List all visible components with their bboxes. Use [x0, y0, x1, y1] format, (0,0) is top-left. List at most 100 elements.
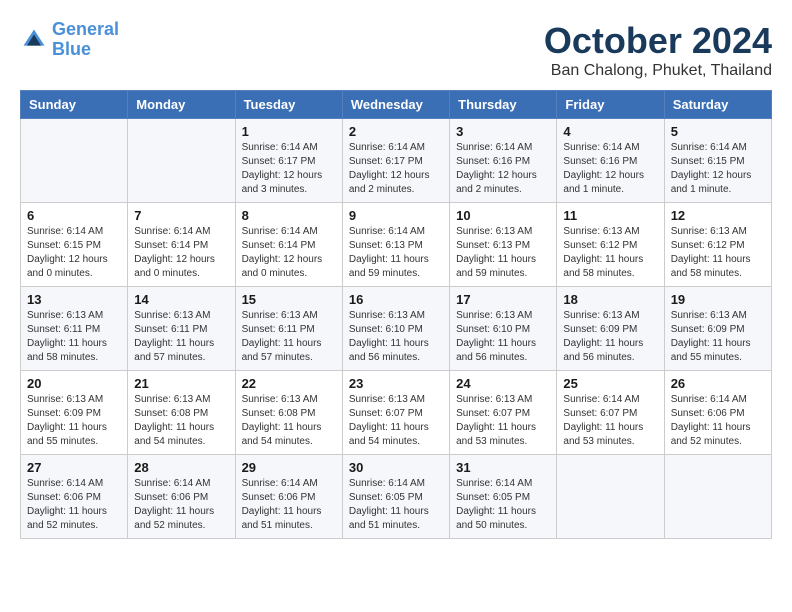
- logo: General Blue: [20, 20, 119, 60]
- calendar-body: 1 Sunrise: 6:14 AM Sunset: 6:17 PM Daylig…: [21, 119, 772, 539]
- calendar-cell: 23 Sunrise: 6:13 AM Sunset: 6:07 PM Dayli…: [342, 371, 449, 455]
- calendar-cell: 11 Sunrise: 6:13 AM Sunset: 6:12 PM Dayli…: [557, 203, 664, 287]
- day-number: 28: [134, 460, 228, 475]
- day-number: 14: [134, 292, 228, 307]
- calendar-cell: 8 Sunrise: 6:14 AM Sunset: 6:14 PM Daylig…: [235, 203, 342, 287]
- day-number: 4: [563, 124, 657, 139]
- calendar-cell: 24 Sunrise: 6:13 AM Sunset: 6:07 PM Dayli…: [450, 371, 557, 455]
- calendar-cell: 17 Sunrise: 6:13 AM Sunset: 6:10 PM Dayli…: [450, 287, 557, 371]
- day-number: 18: [563, 292, 657, 307]
- calendar-cell: 5 Sunrise: 6:14 AM Sunset: 6:15 PM Daylig…: [664, 119, 771, 203]
- logo-icon: [20, 26, 48, 54]
- calendar-cell: 30Sunrise: 6:14 AM Sunset: 6:05 PM Dayli…: [342, 455, 449, 539]
- day-info: Sunrise: 6:14 AM Sunset: 6:17 PM Dayligh…: [349, 141, 443, 197]
- calendar-cell: [128, 119, 235, 203]
- calendar-cell: 22Sunrise: 6:13 AM Sunset: 6:08 PM Dayli…: [235, 371, 342, 455]
- calendar-week-1: 6 Sunrise: 6:14 AM Sunset: 6:15 PM Daylig…: [21, 203, 772, 287]
- calendar-cell: 20 Sunrise: 6:13 AM Sunset: 6:09 PM Dayli…: [21, 371, 128, 455]
- day-info: Sunrise: 6:14 AM Sunset: 6:06 PM Dayligh…: [27, 477, 121, 533]
- day-info: Sunrise: 6:14 AM Sunset: 6:14 PM Dayligh…: [242, 225, 336, 281]
- calendar-cell: 16 Sunrise: 6:13 AM Sunset: 6:10 PM Dayli…: [342, 287, 449, 371]
- calendar-cell: [21, 119, 128, 203]
- day-number: 3: [456, 124, 550, 139]
- day-info: Sunrise: 6:14 AM Sunset: 6:07 PM Dayligh…: [563, 393, 657, 449]
- day-info: Sunrise: 6:13 AM Sunset: 6:08 PM Dayligh…: [242, 393, 336, 449]
- logo-line2: Blue: [52, 39, 91, 59]
- day-info: Sunrise: 6:13 AM Sunset: 6:08 PM Dayligh…: [134, 393, 228, 449]
- day-number: 17: [456, 292, 550, 307]
- calendar-cell: 26Sunrise: 6:14 AM Sunset: 6:06 PM Dayli…: [664, 371, 771, 455]
- day-info: Sunrise: 6:14 AM Sunset: 6:05 PM Dayligh…: [349, 477, 443, 533]
- day-info: Sunrise: 6:14 AM Sunset: 6:16 PM Dayligh…: [563, 141, 657, 197]
- day-number: 20: [27, 376, 121, 391]
- calendar-cell: 6 Sunrise: 6:14 AM Sunset: 6:15 PM Daylig…: [21, 203, 128, 287]
- day-number: 5: [671, 124, 765, 139]
- calendar-cell: 25 Sunrise: 6:14 AM Sunset: 6:07 PM Dayli…: [557, 371, 664, 455]
- day-number: 10: [456, 208, 550, 223]
- calendar-cell: 9Sunrise: 6:14 AM Sunset: 6:13 PM Daylig…: [342, 203, 449, 287]
- day-number: 2: [349, 124, 443, 139]
- day-number: 1: [242, 124, 336, 139]
- day-info: Sunrise: 6:13 AM Sunset: 6:07 PM Dayligh…: [349, 393, 443, 449]
- day-number: 6: [27, 208, 121, 223]
- day-info: Sunrise: 6:13 AM Sunset: 6:09 PM Dayligh…: [27, 393, 121, 449]
- day-info: Sunrise: 6:14 AM Sunset: 6:13 PM Dayligh…: [349, 225, 443, 281]
- day-number: 23: [349, 376, 443, 391]
- day-info: Sunrise: 6:14 AM Sunset: 6:15 PM Dayligh…: [27, 225, 121, 281]
- month-title: October 2024: [544, 20, 772, 62]
- day-number: 12: [671, 208, 765, 223]
- header-sunday: Sunday: [21, 91, 128, 119]
- day-info: Sunrise: 6:13 AM Sunset: 6:13 PM Dayligh…: [456, 225, 550, 281]
- day-info: Sunrise: 6:13 AM Sunset: 6:07 PM Dayligh…: [456, 393, 550, 449]
- header-saturday: Saturday: [664, 91, 771, 119]
- title-block: October 2024 Ban Chalong, Phuket, Thaila…: [544, 20, 772, 80]
- calendar-cell: 7 Sunrise: 6:14 AM Sunset: 6:14 PM Daylig…: [128, 203, 235, 287]
- calendar-week-4: 27 Sunrise: 6:14 AM Sunset: 6:06 PM Dayli…: [21, 455, 772, 539]
- day-number: 25: [563, 376, 657, 391]
- day-info: Sunrise: 6:13 AM Sunset: 6:11 PM Dayligh…: [242, 309, 336, 365]
- day-info: Sunrise: 6:14 AM Sunset: 6:16 PM Dayligh…: [456, 141, 550, 197]
- header-monday: Monday: [128, 91, 235, 119]
- header-wednesday: Wednesday: [342, 91, 449, 119]
- logo-line1: General: [52, 19, 119, 39]
- calendar-cell: 4 Sunrise: 6:14 AM Sunset: 6:16 PM Daylig…: [557, 119, 664, 203]
- day-info: Sunrise: 6:13 AM Sunset: 6:10 PM Dayligh…: [456, 309, 550, 365]
- calendar-cell: 15Sunrise: 6:13 AM Sunset: 6:11 PM Dayli…: [235, 287, 342, 371]
- day-number: 11: [563, 208, 657, 223]
- logo-text: General Blue: [52, 20, 119, 60]
- calendar-cell: 29Sunrise: 6:14 AM Sunset: 6:06 PM Dayli…: [235, 455, 342, 539]
- day-info: Sunrise: 6:13 AM Sunset: 6:11 PM Dayligh…: [134, 309, 228, 365]
- day-info: Sunrise: 6:13 AM Sunset: 6:12 PM Dayligh…: [563, 225, 657, 281]
- day-info: Sunrise: 6:13 AM Sunset: 6:10 PM Dayligh…: [349, 309, 443, 365]
- calendar-cell: 12Sunrise: 6:13 AM Sunset: 6:12 PM Dayli…: [664, 203, 771, 287]
- day-info: Sunrise: 6:13 AM Sunset: 6:09 PM Dayligh…: [671, 309, 765, 365]
- calendar-cell: [557, 455, 664, 539]
- header-thursday: Thursday: [450, 91, 557, 119]
- page-header: General Blue October 2024 Ban Chalong, P…: [20, 20, 772, 80]
- day-info: Sunrise: 6:14 AM Sunset: 6:06 PM Dayligh…: [671, 393, 765, 449]
- calendar-cell: 19 Sunrise: 6:13 AM Sunset: 6:09 PM Dayli…: [664, 287, 771, 371]
- calendar-cell: 27 Sunrise: 6:14 AM Sunset: 6:06 PM Dayli…: [21, 455, 128, 539]
- calendar-cell: [664, 455, 771, 539]
- calendar-cell: 31Sunrise: 6:14 AM Sunset: 6:05 PM Dayli…: [450, 455, 557, 539]
- day-number: 19: [671, 292, 765, 307]
- day-info: Sunrise: 6:14 AM Sunset: 6:15 PM Dayligh…: [671, 141, 765, 197]
- calendar-cell: 21 Sunrise: 6:13 AM Sunset: 6:08 PM Dayli…: [128, 371, 235, 455]
- day-number: 7: [134, 208, 228, 223]
- location-title: Ban Chalong, Phuket, Thailand: [544, 62, 772, 80]
- calendar-cell: 18 Sunrise: 6:13 AM Sunset: 6:09 PM Dayli…: [557, 287, 664, 371]
- day-info: Sunrise: 6:13 AM Sunset: 6:09 PM Dayligh…: [563, 309, 657, 365]
- day-number: 8: [242, 208, 336, 223]
- calendar-header: Sunday Monday Tuesday Wednesday Thursday…: [21, 91, 772, 119]
- day-number: 21: [134, 376, 228, 391]
- calendar-week-3: 20 Sunrise: 6:13 AM Sunset: 6:09 PM Dayli…: [21, 371, 772, 455]
- day-number: 27: [27, 460, 121, 475]
- day-info: Sunrise: 6:14 AM Sunset: 6:14 PM Dayligh…: [134, 225, 228, 281]
- day-info: Sunrise: 6:14 AM Sunset: 6:17 PM Dayligh…: [242, 141, 336, 197]
- calendar-week-0: 1 Sunrise: 6:14 AM Sunset: 6:17 PM Daylig…: [21, 119, 772, 203]
- day-number: 31: [456, 460, 550, 475]
- day-number: 24: [456, 376, 550, 391]
- day-number: 13: [27, 292, 121, 307]
- calendar-week-2: 13 Sunrise: 6:13 AM Sunset: 6:11 PM Dayli…: [21, 287, 772, 371]
- day-number: 16: [349, 292, 443, 307]
